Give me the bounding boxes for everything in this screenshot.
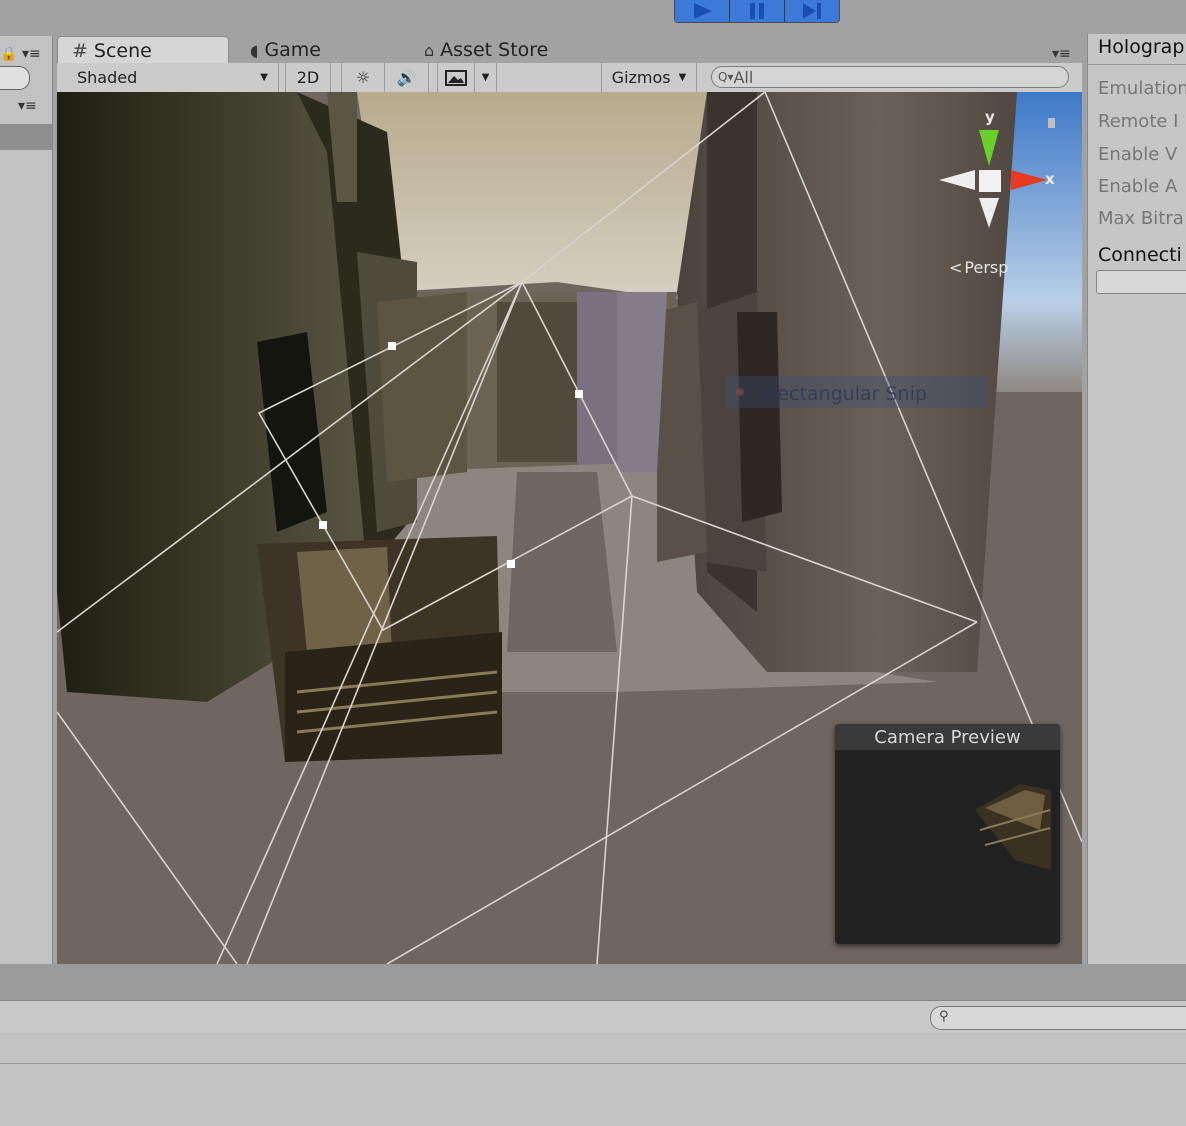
play-button[interactable] (675, 0, 730, 22)
axis-x-label: x (1045, 170, 1055, 188)
persp-label: Persp (964, 258, 1009, 277)
gizmos-label: Gizmos (611, 68, 671, 87)
tab-asset-store-label: Asset Store (440, 39, 549, 61)
max-bitrate-field-label: Max Bitra (1098, 208, 1184, 229)
enable-video-field-label: Enable V (1098, 144, 1178, 165)
holographic-panel-title: Holograp (1098, 36, 1185, 58)
project-search-input[interactable]: ⚲ (930, 1006, 1186, 1030)
tab-game[interactable]: ◖ Game (236, 36, 386, 64)
scene-tab-menu-icon[interactable]: ▾≡ (1052, 46, 1071, 62)
tab-game-label: Game (264, 39, 322, 61)
chevron-left-icon: < (949, 258, 963, 277)
persp-toggle[interactable]: < Persp (949, 258, 1008, 277)
emulation-field-label: Emulation (1098, 78, 1186, 99)
tab-scene-label: Scene (93, 39, 152, 62)
hierarchy-panel: ▾≡ (0, 36, 53, 964)
sun-icon: ☼ (355, 68, 371, 87)
tab-asset-store[interactable]: ⌂ Asset Store (410, 36, 600, 64)
pause-button[interactable] (730, 0, 785, 22)
connection-section-label: Connecti (1098, 244, 1182, 266)
camera-preview-title: Camera Preview (835, 724, 1060, 750)
2d-label: 2D (296, 68, 320, 87)
connect-button[interactable] (1096, 270, 1186, 294)
axis-gizmo-icon (939, 118, 1056, 228)
divider (1088, 64, 1186, 65)
pause-icon (750, 3, 764, 19)
gizmos-dropdown[interactable]: Gizmos ▼ (601, 63, 697, 92)
enable-audio-field-label: Enable A (1098, 176, 1178, 197)
axis-y-label: y (985, 108, 995, 126)
rectangular-snip-tooltip: Rectangular Snip (765, 383, 927, 405)
project-breadcrumb-row (0, 1033, 1186, 1064)
scene-search-input[interactable]: Q▾ All (711, 66, 1069, 88)
2d-toggle-button[interactable]: 2D (285, 63, 331, 92)
speaker-icon: 🔊 (396, 68, 417, 87)
search-icon: ⚲ (939, 1009, 949, 1024)
dropdown-arrow-icon: ▼ (260, 72, 268, 83)
camera-preview-image (975, 784, 1051, 870)
project-content (0, 1064, 1186, 1126)
hierarchy-search[interactable] (0, 66, 30, 90)
image-icon (445, 69, 467, 86)
remote-machine-field-label: Remote I (1098, 111, 1179, 132)
lighting-toggle-button[interactable]: ☼ (341, 63, 385, 92)
dropdown-arrow-icon: ▼ (481, 72, 490, 83)
scene-toolbar: Shaded ▼ 2D ☼ 🔊 ▼ Gizmos ▼ Q▾ All (57, 63, 1082, 93)
panel-divider (0, 964, 1186, 1000)
top-toolbar (0, 0, 1186, 34)
scene-orientation-gizmo[interactable]: y x (935, 108, 1056, 258)
effects-toggle-button[interactable] (437, 63, 475, 92)
shopping-bag-icon: ⌂ (424, 40, 435, 60)
step-icon (803, 3, 821, 19)
scene-search-placeholder: All (733, 67, 754, 87)
effects-dropdown[interactable]: ▼ (475, 63, 497, 92)
shading-mode-dropdown[interactable]: Shaded ▼ (57, 63, 279, 92)
dropdown-arrow-icon: ▼ (678, 72, 687, 83)
shading-mode-label: Shaded (77, 68, 138, 87)
grid-icon: # (72, 39, 88, 62)
camera-preview-panel: Camera Preview (835, 724, 1060, 944)
step-button[interactable] (785, 0, 839, 22)
lock-icon[interactable]: 🔒 (0, 46, 17, 62)
tab-scene[interactable]: # Scene (57, 36, 229, 64)
project-toolbar: ⚲ (0, 1000, 1186, 1034)
hierarchy-selected-row[interactable] (0, 124, 52, 150)
left-panel-menu-icon[interactable]: ▾≡ (22, 46, 41, 62)
play-controls (674, 0, 840, 23)
play-icon (694, 3, 712, 19)
search-icon: Q▾ (718, 70, 734, 84)
audio-toggle-button[interactable]: 🔊 (385, 63, 429, 92)
hierarchy-menu-icon[interactable]: ▾≡ (18, 98, 37, 114)
inspector-panel: Holograp Emulation Remote I Enable V Ena… (1087, 34, 1186, 964)
pacman-icon: ◖ (250, 40, 259, 60)
